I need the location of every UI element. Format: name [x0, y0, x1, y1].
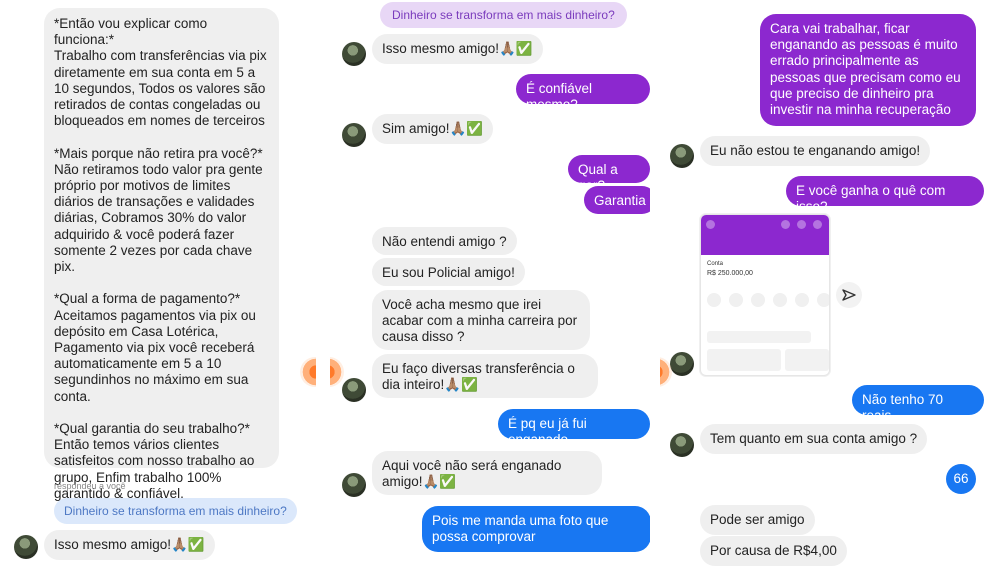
cards-row: [707, 331, 811, 343]
pix-icon: [707, 293, 721, 307]
message-bubble-incoming[interactable]: *Então vou explicar como funciona:* Trab…: [44, 8, 279, 501]
message-bubble-incoming[interactable]: Aqui você não será enganado amigo!🙏🏽✅: [372, 451, 602, 495]
message-bubble-incoming[interactable]: Isso mesmo amigo!🙏🏽✅: [44, 530, 215, 560]
message-bubble-incoming[interactable]: Pode ser amigo: [700, 505, 815, 535]
pay-icon: [729, 293, 743, 307]
replied-note: respondeu a você: [54, 481, 126, 491]
help-icon: [797, 220, 806, 229]
quick-actions: [707, 293, 829, 315]
contact-avatar[interactable]: [342, 378, 366, 402]
message-bubble-incoming[interactable]: Você acha mesmo que irei acabar com a mi…: [372, 290, 590, 350]
contact-avatar[interactable]: [342, 473, 366, 497]
message-bubble-incoming[interactable]: Por causa de R$4,00: [700, 536, 847, 566]
chat-panel-3: Cara vai trabalhar, ficar enganando as p…: [660, 0, 984, 569]
message-bubble-outgoing[interactable]: Não tenho 70 reais: [852, 385, 984, 423]
chat-panel-1: *Então vou explicar como funciona:* Trab…: [0, 0, 316, 569]
message-bubble-outgoing[interactable]: Garantia: [584, 186, 650, 214]
message-bubble-outgoing[interactable]: 66: [946, 464, 976, 494]
message-bubble-outgoing[interactable]: É pq eu já fui enganado: [498, 409, 650, 447]
more-icon: [817, 293, 829, 307]
floating-overlay-icon: [300, 357, 316, 387]
message-bubble-incoming[interactable]: Tem quanto em sua conta amigo ?: [700, 424, 928, 454]
chat-panel-2: Dinheiro se transforma em mais dinheiro?…: [330, 0, 650, 569]
contact-avatar[interactable]: [342, 42, 366, 66]
contact-avatar[interactable]: [670, 144, 694, 168]
message-bubble-outgoing[interactable]: Qual a gar?: [568, 155, 650, 193]
share-icon[interactable]: [836, 282, 862, 308]
account-label: Conta: [707, 261, 724, 267]
message-bubble-outgoing[interactable]: Cara vai trabalhar, ficar enganando as p…: [760, 14, 976, 126]
bank-app-header: [701, 215, 829, 255]
deposit-icon: [773, 293, 787, 307]
contact-avatar[interactable]: [14, 535, 38, 559]
promo-card: [707, 349, 781, 371]
message-bubble-outgoing[interactable]: E você ganha o quê com isso?: [786, 176, 984, 214]
floating-overlay-icon: [330, 357, 344, 387]
mail-icon: [813, 220, 822, 229]
message-bubble-incoming[interactable]: Eu não estou te enganando amigo!: [700, 136, 931, 166]
message-bubble-incoming[interactable]: Eu faço diversas transferência o dia int…: [372, 354, 598, 398]
message-bubble-incoming[interactable]: Isso mesmo amigo!🙏🏽✅: [372, 34, 543, 64]
eye-icon: [781, 220, 790, 229]
message-bubble-outgoing[interactable]: É confiável mesmo?: [516, 74, 650, 112]
quoted-message[interactable]: Dinheiro se transforma em mais dinheiro?: [380, 2, 627, 28]
phone-recharge-icon: [795, 293, 809, 307]
message-bubble-incoming[interactable]: Sim amigo!🙏🏽✅: [372, 114, 494, 144]
profile-icon: [706, 220, 715, 229]
message-bubble-incoming[interactable]: Não entendi amigo ?: [372, 227, 517, 255]
contact-avatar[interactable]: [342, 123, 366, 147]
message-bubble-outgoing[interactable]: Pois me manda uma foto que possa comprov…: [422, 506, 650, 552]
account-balance: R$ 250.000,00: [707, 270, 753, 277]
account-screenshot-image[interactable]: Conta R$ 250.000,00: [700, 214, 830, 376]
transfer-icon: [751, 293, 765, 307]
quoted-message[interactable]: Dinheiro se transforma em mais dinheiro?: [54, 498, 297, 524]
contact-avatar[interactable]: [670, 433, 694, 457]
promo-card: [785, 349, 829, 371]
message-bubble-incoming[interactable]: Eu sou Policial amigo!: [372, 258, 525, 286]
contact-avatar[interactable]: [670, 352, 694, 376]
